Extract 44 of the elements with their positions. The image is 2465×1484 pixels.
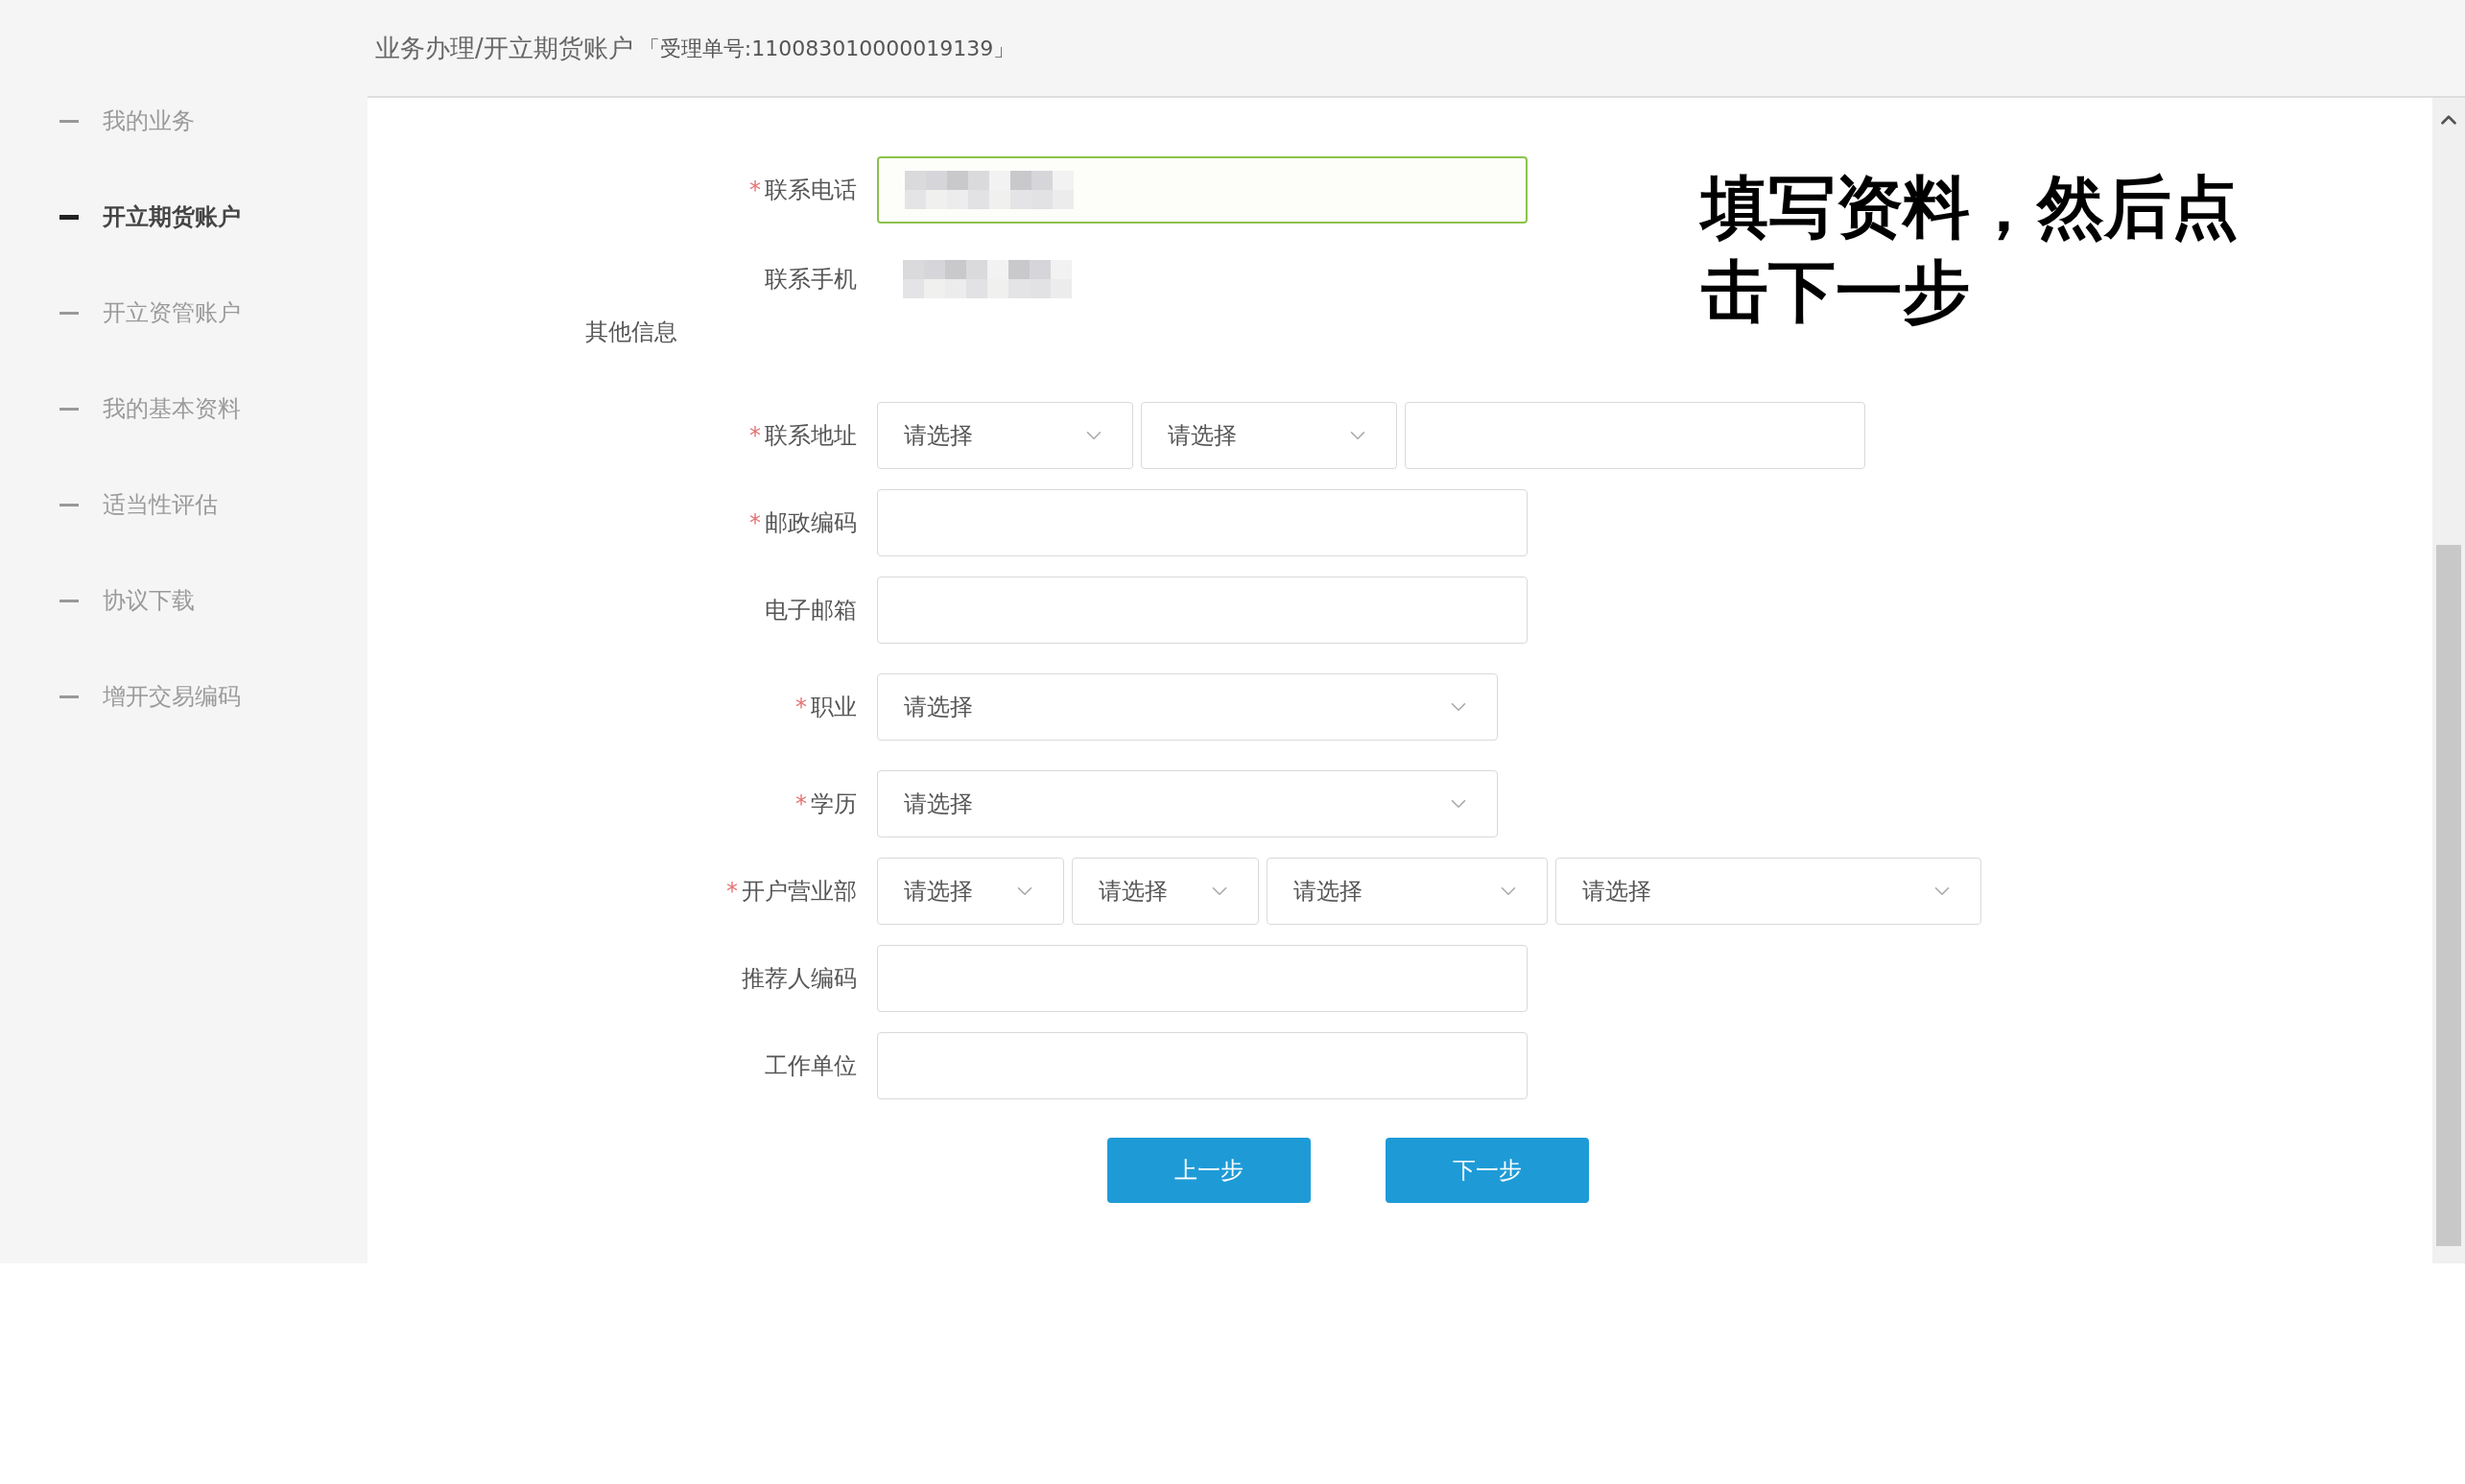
field-label: 推荐人编码 xyxy=(742,964,857,994)
field-label: 联系手机 xyxy=(765,265,857,294)
field-label: 邮政编码 xyxy=(765,508,857,538)
dash-icon xyxy=(59,214,79,220)
field-label: 开户营业部 xyxy=(742,877,857,907)
select-field[interactable]: 请选择 xyxy=(1141,402,1397,469)
required-mark: * xyxy=(749,508,761,538)
dash-icon xyxy=(59,311,79,315)
field-label: 学历 xyxy=(811,789,857,819)
field-label: 职业 xyxy=(811,693,857,722)
dash-icon xyxy=(59,503,79,506)
dash-icon xyxy=(59,599,79,602)
select-field[interactable]: 请选择 xyxy=(877,673,1498,741)
select-field[interactable]: 请选择 xyxy=(877,402,1133,469)
input-field[interactable] xyxy=(877,577,1528,644)
field-label: 联系地址 xyxy=(765,421,857,451)
breadcrumb: 业务办理/开立期货账户 xyxy=(375,32,633,64)
required-mark: * xyxy=(749,421,761,451)
input-field[interactable] xyxy=(877,945,1528,1012)
select-field[interactable]: 请选择 xyxy=(877,770,1498,837)
input-field[interactable] xyxy=(1405,402,1865,469)
select-field[interactable]: 请选择 xyxy=(1072,858,1259,925)
scrollbar[interactable] xyxy=(2432,98,2465,1263)
field-label: 工作单位 xyxy=(765,1051,857,1081)
dash-icon xyxy=(59,695,79,698)
dash-icon xyxy=(59,119,79,123)
input-field[interactable] xyxy=(877,1032,1528,1099)
required-mark: * xyxy=(795,693,807,722)
select-field[interactable]: 请选择 xyxy=(1267,858,1548,925)
required-mark: * xyxy=(795,789,807,819)
field-label: 电子邮箱 xyxy=(765,596,857,625)
section-title: 其他信息 xyxy=(585,318,677,347)
ticket-number: 「受理单号:110083010000019139」 xyxy=(638,35,1015,62)
select-field[interactable]: 请选择 xyxy=(877,858,1064,925)
input-field[interactable] xyxy=(877,156,1528,224)
required-mark: * xyxy=(749,176,761,205)
dash-icon xyxy=(59,407,79,411)
field-label: 联系电话 xyxy=(765,176,857,205)
annotation-text: 填写资料，然后点击下一步 xyxy=(1701,166,2240,333)
select-field[interactable]: 请选择 xyxy=(1555,858,1981,925)
scrollbar-thumb[interactable] xyxy=(2436,545,2461,1246)
input-field[interactable] xyxy=(877,489,1528,556)
required-mark: * xyxy=(726,877,738,907)
sidebar-item[interactable]: 开立期货账户 xyxy=(0,169,367,265)
